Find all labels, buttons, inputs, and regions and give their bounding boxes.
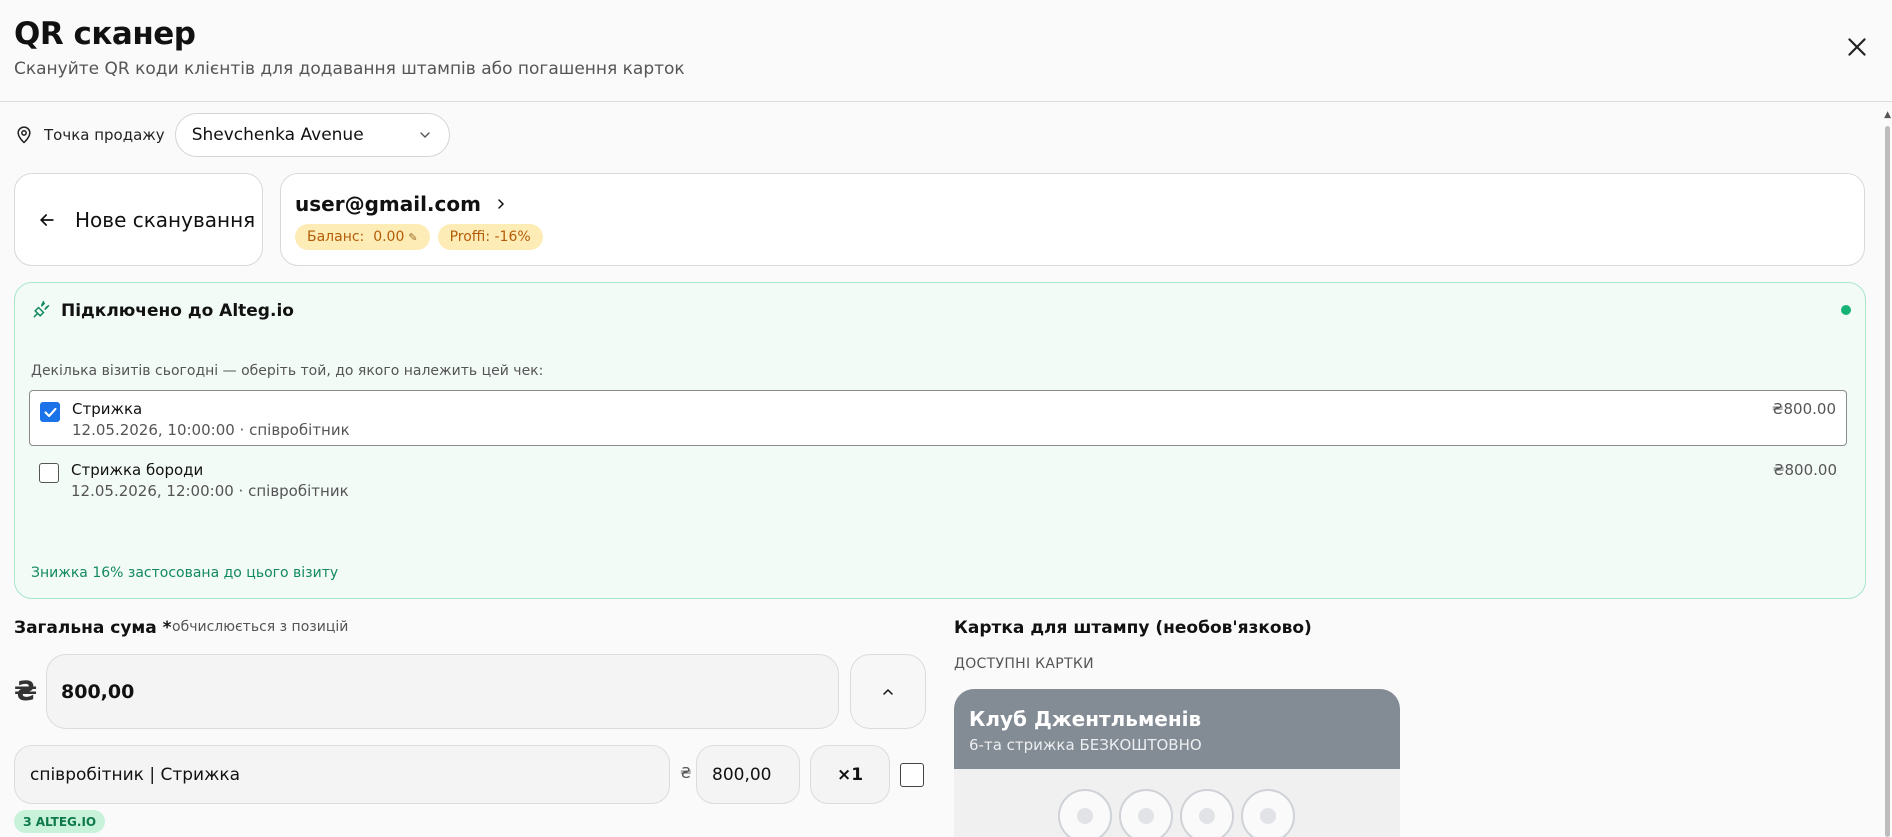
- total-amount-input[interactable]: [46, 654, 839, 729]
- scrollbar-thumb[interactable]: [1885, 126, 1890, 837]
- point-of-sale-label: Точка продажу: [44, 126, 165, 144]
- point-of-sale-select[interactable]: Shevchenka Avenue: [174, 113, 450, 157]
- new-scan-button[interactable]: Нове сканування: [14, 173, 263, 266]
- visit-checkbox[interactable]: [40, 402, 60, 422]
- close-icon: [1848, 38, 1866, 56]
- tier-discount-badge: Proffi: -16%: [437, 224, 543, 250]
- visit-name: Стрижка бороди: [71, 461, 204, 479]
- visit-option[interactable]: Стрижка 12.05.2026, 10:00:00 · співробіт…: [29, 390, 1847, 446]
- quantity-button[interactable]: ×1: [810, 745, 890, 804]
- customer-email-link[interactable]: user@gmail.com: [295, 192, 509, 216]
- scroll-up-arrow-icon[interactable]: ▲: [1884, 110, 1891, 120]
- stamp-slot-icon: [1241, 789, 1295, 837]
- line-item-currency: ₴: [680, 764, 692, 782]
- customer-card: user@gmail.com Баланс: 0.00 ✎ Proffi: -16…: [280, 173, 1865, 266]
- stamp-card-title: Картка для штампу (необов'язково): [954, 618, 1312, 638]
- line-item-name-input[interactable]: [14, 745, 670, 804]
- source-tag: З ALTEG.IO: [14, 810, 106, 833]
- checkmark-icon: [43, 407, 57, 417]
- available-cards-label: ДОСТУПНІ КАРТКИ: [954, 656, 1094, 672]
- page-subtitle: Скануйте QR коди клієнтів для додавання …: [14, 59, 685, 79]
- alteg-panel: Підключено до Alteg.io Декілька візитів …: [14, 282, 1866, 599]
- total-label: Загальна сума *: [14, 618, 172, 638]
- visit-name: Стрижка: [72, 400, 143, 418]
- loyalty-card-description: 6-та стрижка БЕЗКОШТОВНО: [969, 736, 1202, 754]
- chevron-right-icon: [498, 199, 505, 209]
- balance-badge[interactable]: Баланс: 0.00 ✎: [295, 224, 430, 250]
- loyalty-card-name: Клуб Джентльменів: [969, 707, 1202, 731]
- chevron-down-icon: [420, 132, 430, 138]
- balance-label: Баланс:: [307, 229, 365, 245]
- close-button[interactable]: [1844, 34, 1870, 60]
- visit-meta: 12.05.2026, 12:00:00 · співробітник: [71, 482, 349, 500]
- stamp-slot-icon: [1180, 789, 1234, 837]
- plug-icon: [33, 300, 50, 318]
- alteg-title: Підключено до Alteg.io: [61, 301, 294, 321]
- total-hint: обчислюється з позицій: [172, 619, 349, 635]
- point-of-sale-value: Shevchenka Avenue: [191, 125, 364, 145]
- loyalty-card-header: Клуб Джентльменів 6-та стрижка БЕЗКОШТОВ…: [954, 689, 1400, 769]
- discount-note: Знижка 16% застосована до цього візиту: [31, 565, 339, 581]
- arrow-left-icon: [39, 213, 54, 226]
- line-item-checkbox[interactable]: [900, 763, 924, 787]
- customer-badges: Баланс: 0.00 ✎ Proffi: -16%: [295, 224, 543, 250]
- stamp-slot-icon: [1058, 789, 1112, 837]
- page-header: QR сканер Скануйте QR коди клієнтів для …: [0, 0, 1892, 102]
- visit-price: ₴800.00: [1772, 461, 1837, 479]
- new-scan-label: Нове сканування: [75, 207, 256, 232]
- scrollbar[interactable]: ▲: [1882, 106, 1892, 837]
- hryvnia-icon: ₴: [14, 676, 38, 707]
- pencil-icon: ✎: [408, 230, 418, 244]
- visit-meta: 12.05.2026, 10:00:00 · співробітник: [72, 421, 350, 439]
- visits-hint: Декілька візитів сьогодні — оберіть той,…: [31, 363, 544, 379]
- point-of-sale-row: Точка продажу Shevchenka Avenue: [14, 113, 450, 157]
- collapse-items-button[interactable]: [850, 654, 926, 729]
- balance-value: 0.00: [373, 229, 405, 245]
- visit-checkbox[interactable]: [39, 463, 59, 483]
- map-pin-icon: [17, 126, 31, 144]
- chevron-up-icon: [883, 688, 893, 695]
- visit-option[interactable]: Стрижка бороди 12.05.2026, 12:00:00 · сп…: [29, 452, 1847, 508]
- line-item-price-input[interactable]: [696, 745, 800, 804]
- visit-price: ₴800.00: [1771, 400, 1836, 418]
- page-title: QR сканер: [14, 16, 196, 52]
- loyalty-card[interactable]: Клуб Джентльменів 6-та стрижка БЕЗКОШТОВ…: [954, 689, 1400, 837]
- connection-status-dot: [1841, 305, 1851, 315]
- stamp-slot-icon: [1119, 789, 1173, 837]
- customer-email: user@gmail.com: [295, 192, 481, 216]
